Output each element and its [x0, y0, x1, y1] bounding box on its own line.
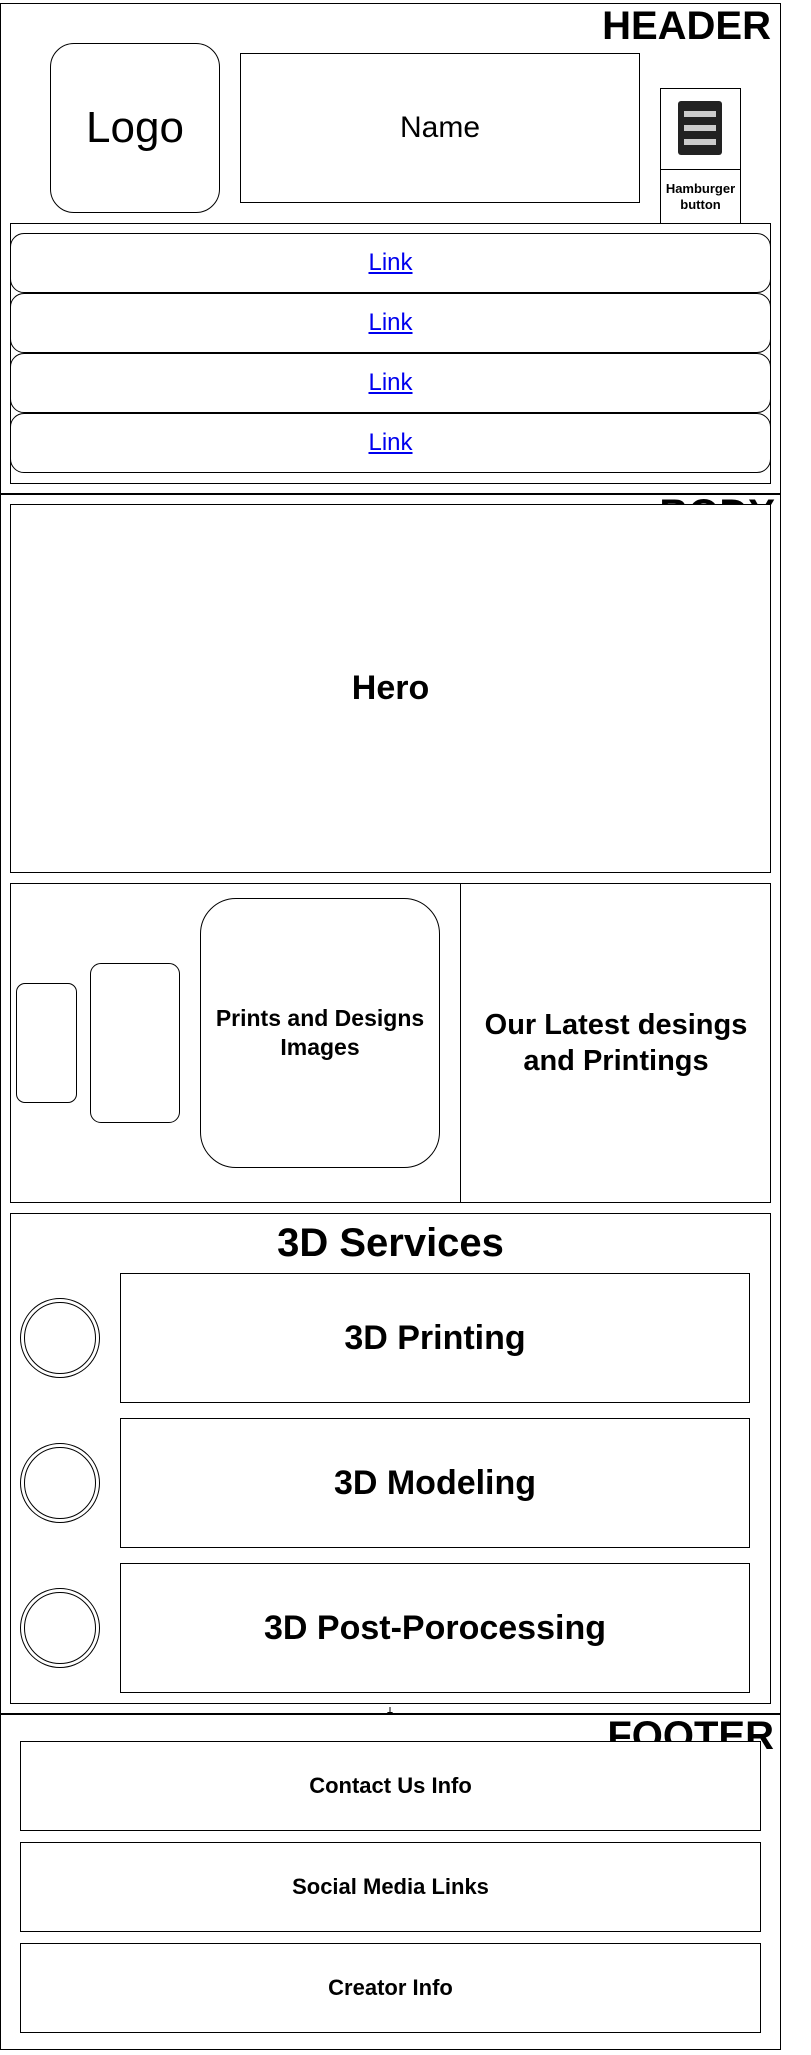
service-label: 3D Printing	[344, 1318, 526, 1357]
hamburger-button[interactable]: Hamburger button	[660, 88, 741, 224]
footer-item-label: Social Media Links	[292, 1874, 489, 1899]
gallery-main-image[interactable]: Prints and Designs Images	[200, 898, 440, 1168]
gallery-tagline-text: Our Latest desings and Printings	[484, 1009, 748, 1077]
gallery-main-image-label: Prints and Designs Images	[215, 1005, 425, 1060]
services-title: 3D Services	[277, 1220, 504, 1265]
footer-item-label: Creator Info	[328, 1975, 453, 2000]
service-icon-circle-inner	[24, 1447, 96, 1519]
hamburger-bar	[684, 139, 716, 145]
service-icon-circle	[20, 1298, 100, 1378]
service-icon-circle	[20, 1588, 100, 1668]
hero-label: Hero	[351, 669, 430, 707]
service-card[interactable]: 3D Post-Porocessing	[120, 1563, 750, 1693]
service-card[interactable]: 3D Modeling	[120, 1418, 750, 1548]
nav-link-row[interactable]: Link	[10, 413, 771, 473]
nav-link[interactable]: Link	[368, 309, 412, 337]
service-card[interactable]: 3D Printing	[120, 1273, 750, 1403]
logo-label: Logo	[86, 103, 184, 152]
header-title: HEADER	[602, 4, 771, 48]
nav-link-row[interactable]: Link	[10, 353, 771, 413]
footer-item-label: Contact Us Info	[309, 1773, 472, 1798]
nav-link[interactable]: Link	[368, 249, 412, 277]
service-icon-circle-inner	[24, 1592, 96, 1664]
footer-item[interactable]: Social Media Links	[20, 1842, 761, 1932]
gallery-thumbnail[interactable]	[16, 983, 77, 1103]
hamburger-label: Hamburger button	[665, 180, 736, 212]
hamburger-menu-icon	[678, 101, 722, 155]
nav-link-row[interactable]: Link	[10, 293, 771, 353]
service-label: 3D Modeling	[333, 1463, 537, 1502]
nav-link[interactable]: Link	[368, 369, 412, 397]
site-name-label: Name	[399, 111, 481, 144]
connector-arrow-icon	[385, 1704, 395, 1716]
site-name: Name	[240, 53, 640, 203]
nav-link-row[interactable]: Link	[10, 233, 771, 293]
logo[interactable]: Logo	[50, 43, 220, 213]
nav-link[interactable]: Link	[368, 429, 412, 457]
service-icon-circle-inner	[24, 1302, 96, 1374]
service-icon-circle	[20, 1443, 100, 1523]
hamburger-bar	[684, 111, 716, 117]
service-label: 3D Post-Porocessing	[264, 1608, 606, 1647]
hamburger-bar	[684, 125, 716, 131]
footer-item[interactable]: Contact Us Info	[20, 1741, 761, 1831]
gallery-thumbnail[interactable]	[90, 963, 180, 1123]
gallery-tagline: Our Latest desings and Printings	[461, 883, 771, 1203]
hero: Hero	[10, 504, 771, 873]
footer-item[interactable]: Creator Info	[20, 1943, 761, 2033]
